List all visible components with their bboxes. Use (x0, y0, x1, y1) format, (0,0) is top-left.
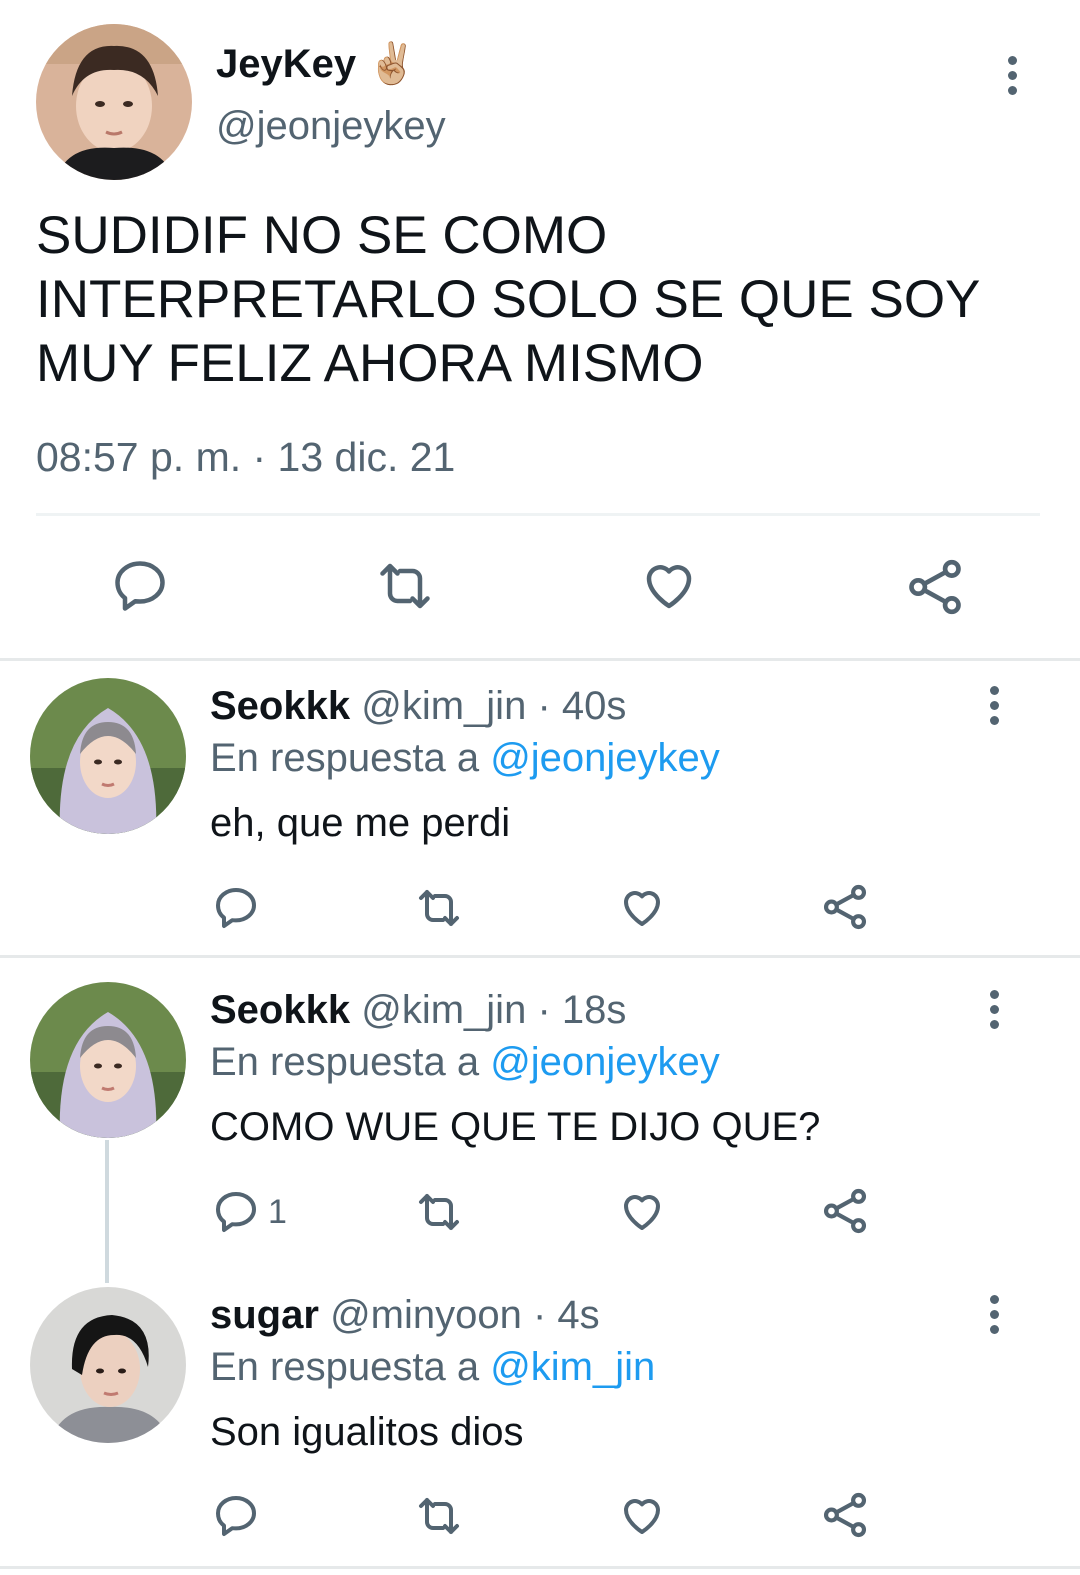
user-handle[interactable]: @kim_jin (361, 988, 526, 1032)
share-button[interactable] (820, 1490, 870, 1540)
like-button[interactable] (618, 1188, 666, 1236)
heart-icon (624, 891, 660, 926)
retweet-icon (380, 563, 430, 609)
divider (0, 1566, 1080, 1569)
like-button[interactable] (618, 884, 666, 932)
user-handle[interactable]: @kim_jin (361, 684, 526, 728)
more-options-icon[interactable] (984, 686, 1004, 728)
tweet-text: COMO WUE QUE TE DIJO QUE? (210, 1105, 821, 1149)
reply-context: En respuesta a @jeonjeykey (210, 736, 720, 781)
share-icon (823, 884, 867, 930)
more-options-icon[interactable] (984, 990, 1004, 1032)
reply-header: Seokkk @kim_jin · 18s (210, 988, 626, 1033)
speech-bubble-icon (216, 888, 256, 928)
avatar-photo (36, 24, 192, 180)
avatar[interactable] (30, 982, 186, 1138)
tweet-text: SUDIDIF NO SE COMO INTERPRETARLO SOLO SE… (36, 206, 980, 393)
share-icon (823, 1492, 867, 1538)
display-name[interactable]: Seokkk (210, 684, 350, 728)
reply-button[interactable] (110, 556, 170, 616)
divider (0, 658, 1080, 661)
reply-context: En respuesta a @kim_jin (210, 1345, 655, 1390)
retweet-icon (419, 890, 459, 926)
user-handle[interactable]: @minyoon (330, 1293, 522, 1337)
mention-link[interactable]: @jeonjeykey (490, 1040, 720, 1084)
more-options-icon[interactable] (1002, 56, 1022, 98)
retweet-button[interactable] (412, 1188, 466, 1236)
reply-prefix: En respuesta a (210, 1345, 480, 1389)
mention-link[interactable]: @jeonjeykey (490, 736, 720, 780)
avatar-photo (30, 678, 186, 834)
thread-connector (105, 1140, 109, 1283)
divider (0, 955, 1080, 958)
heart-icon (624, 1499, 660, 1534)
like-button[interactable] (639, 556, 699, 616)
share-icon (823, 1188, 867, 1234)
avatar-photo (30, 1287, 186, 1443)
reply-prefix: En respuesta a (210, 736, 480, 780)
retweet-icon (419, 1498, 459, 1534)
like-button[interactable] (618, 1492, 666, 1540)
reply-button[interactable] (212, 1492, 268, 1540)
avatar[interactable] (30, 678, 186, 834)
share-button[interactable] (820, 882, 870, 932)
time-ago[interactable]: · 18s (537, 988, 626, 1032)
tweet-text: eh, que me perdi (210, 801, 511, 845)
tweet-timestamp[interactable]: 08:57 p. m. · 13 dic. 21 (36, 434, 455, 481)
share-button[interactable] (904, 556, 966, 618)
display-name[interactable]: sugar (210, 1293, 319, 1337)
victory-hand-emoji: ✌🏼 (367, 42, 418, 86)
retweet-button[interactable] (412, 884, 466, 932)
reply-button[interactable]: 1 (212, 1188, 287, 1236)
reply-header: Seokkk @kim_jin · 40s (210, 684, 626, 729)
reply-context: En respuesta a @jeonjeykey (210, 1040, 720, 1085)
main-tweet: JeyKey ✌🏼 @jeonjeykey SUDIDIF NO SE COMO… (0, 0, 1080, 660)
share-button[interactable] (820, 1186, 870, 1236)
tweet-text: Son igualitos dios (210, 1410, 524, 1454)
share-icon (909, 559, 961, 615)
reply-count: 1 (268, 1192, 287, 1231)
display-name-text: JeyKey (216, 42, 357, 86)
mention-link[interactable]: @kim_jin (490, 1345, 655, 1389)
time-ago[interactable]: · 4s (533, 1293, 600, 1337)
reply-prefix: En respuesta a (210, 1040, 480, 1084)
more-options-icon[interactable] (984, 1295, 1004, 1337)
heart-icon (624, 1195, 660, 1230)
avatar[interactable] (36, 24, 192, 180)
heart-icon (646, 565, 692, 609)
reply-header: sugar @minyoon · 4s (210, 1293, 600, 1338)
speech-bubble-icon (115, 561, 165, 611)
speech-bubble-icon (216, 1192, 256, 1232)
display-name[interactable]: Seokkk (210, 988, 350, 1032)
display-name[interactable]: JeyKey ✌🏼 (216, 40, 417, 87)
time-ago[interactable]: · 40s (537, 684, 626, 728)
retweet-icon (419, 1194, 459, 1230)
user-handle[interactable]: @jeonjeykey (216, 104, 446, 149)
avatar[interactable] (30, 1287, 186, 1443)
reply-button[interactable] (212, 884, 268, 932)
divider (36, 513, 1040, 516)
avatar-photo (30, 982, 186, 1138)
speech-bubble-icon (216, 1496, 256, 1536)
retweet-button[interactable] (372, 556, 438, 616)
retweet-button[interactable] (412, 1492, 466, 1540)
